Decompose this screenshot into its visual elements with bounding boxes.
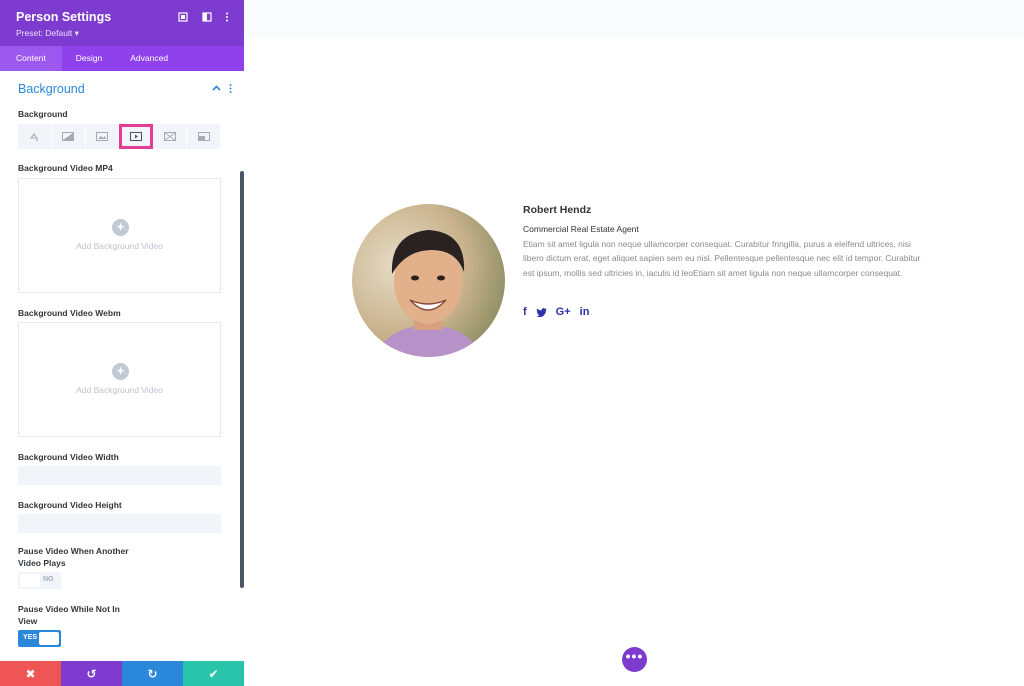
pause-view-toggle[interactable]: YES (18, 630, 61, 647)
toggle-state: NO (43, 576, 54, 583)
facebook-icon[interactable]: f (523, 306, 527, 318)
panel-footer: ✖ ↺ ↻ ✔ (0, 661, 244, 686)
mask-icon (197, 132, 210, 141)
preset-dropdown[interactable]: Preset: Default ▾ (16, 28, 79, 39)
more-options-icon[interactable] (222, 12, 232, 22)
panel-header: Person Settings Preset: Default ▾ (0, 0, 244, 46)
redo-button[interactable]: ↻ (122, 661, 183, 686)
add-icon: + (112, 219, 129, 236)
video-webm-upload[interactable]: + Add Background Video (18, 322, 221, 437)
video-width-input[interactable] (18, 466, 221, 485)
save-button[interactable]: ✔ (183, 661, 244, 686)
toggle-state: YES (23, 634, 38, 641)
google-plus-icon[interactable]: G+ (556, 306, 571, 318)
fullscreen-icon[interactable] (178, 12, 188, 22)
section-options-icon[interactable] (229, 84, 232, 93)
toggle-knob (39, 632, 59, 645)
video-width-label: Background Video Width (18, 452, 119, 462)
dock-panel-icon[interactable] (202, 12, 212, 22)
person-avatar (352, 204, 505, 357)
bg-tab-color[interactable] (18, 124, 52, 149)
page-options-button[interactable]: ••• (622, 647, 647, 672)
video-icon (130, 132, 143, 141)
linkedin-icon[interactable]: in (580, 306, 590, 318)
tab-design[interactable]: Design (62, 46, 116, 71)
bg-tab-gradient[interactable] (52, 124, 86, 149)
video-height-input[interactable] (18, 514, 221, 533)
image-icon (96, 132, 109, 141)
panel-tabs: Content Design Advanced (0, 46, 244, 71)
cancel-button[interactable]: ✖ (0, 661, 61, 686)
video-webm-placeholder: Add Background Video (76, 385, 163, 395)
canvas-top-strip (244, 0, 1024, 38)
social-links: f G+ in (523, 306, 589, 318)
redo-icon: ↻ (147, 666, 158, 681)
undo-icon: ↺ (86, 666, 97, 681)
person-position: Commercial Real Estate Agent (523, 224, 639, 234)
video-height-label: Background Video Height (18, 500, 122, 510)
person-name: Robert Hendz (523, 204, 592, 216)
video-mp4-upload[interactable]: + Add Background Video (18, 178, 221, 293)
pause-other-toggle[interactable]: NO (18, 572, 61, 589)
section-title-background[interactable]: Background (18, 82, 85, 96)
person-bio: Etiam sit amet ligula non neque ullamcor… (523, 239, 921, 278)
video-mp4-label: Background Video MP4 (18, 163, 113, 173)
tab-content[interactable]: Content (0, 46, 62, 71)
add-icon: + (112, 363, 129, 380)
bg-tab-image[interactable] (86, 124, 120, 149)
undo-button[interactable]: ↺ (61, 661, 122, 686)
twitter-icon[interactable] (535, 307, 547, 317)
bg-tab-pattern[interactable] (153, 124, 188, 149)
video-webm-label: Background Video Webm (18, 308, 121, 318)
pattern-icon (163, 132, 176, 141)
video-mp4-placeholder: Add Background Video (76, 241, 163, 251)
chevron-up-icon[interactable] (212, 85, 221, 91)
toggle-knob (20, 574, 40, 587)
close-icon: ✖ (25, 666, 36, 681)
bg-tab-mask[interactable] (187, 124, 221, 149)
check-icon: ✔ (208, 666, 219, 681)
pause-view-label: Pause Video While Not In View (18, 604, 120, 626)
pause-other-label: Pause Video When Another Video Plays (18, 546, 129, 568)
gradient-icon (62, 132, 75, 141)
page-canvas (244, 0, 1024, 686)
background-label: Background (18, 109, 68, 119)
panel-title: Person Settings (16, 10, 112, 24)
background-type-tabs (18, 124, 221, 149)
tab-advanced[interactable]: Advanced (116, 46, 182, 71)
bg-tab-video[interactable] (119, 124, 154, 149)
settings-panel: Person Settings Preset: Default ▾ Conten… (0, 0, 244, 686)
color-icon (30, 132, 39, 141)
